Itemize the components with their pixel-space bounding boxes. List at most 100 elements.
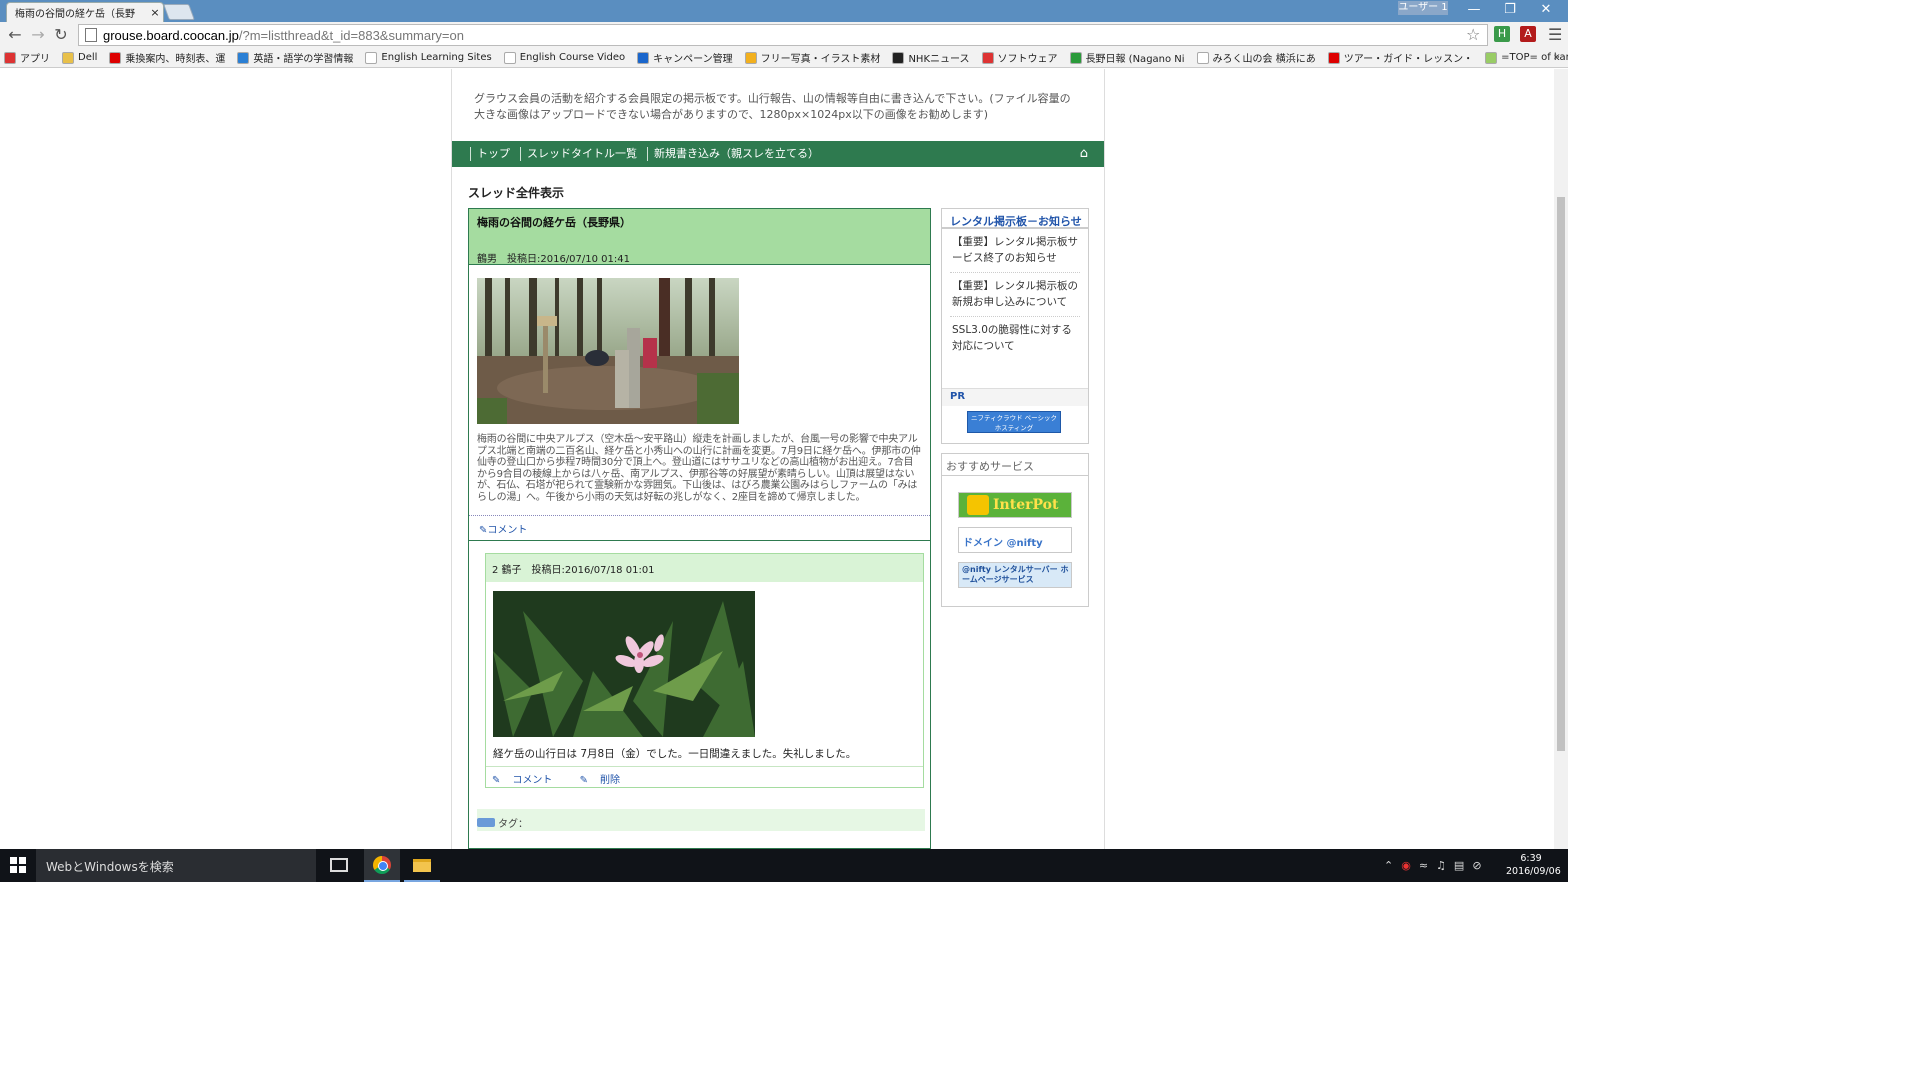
new-tab-button[interactable] (163, 4, 195, 20)
thread-header: 梅雨の谷間の経ケ岳（長野県） 鶴男 投稿日:2016/07/10 01:41 (469, 209, 930, 265)
board-description: グラウス会員の活動を紹介する会員限定の掲示板です。山行報告、山の情報等自由に書き… (474, 92, 1071, 121)
close-window-icon[interactable]: ✕ (1528, 0, 1564, 20)
back-icon[interactable]: ← (4, 25, 26, 45)
bookmark-favicon-icon (1069, 51, 1082, 64)
forward-icon[interactable]: → (27, 25, 49, 45)
bookmark-favicon-icon (744, 51, 757, 64)
bookmark-item[interactable]: NHKニュース (892, 50, 970, 65)
reply-comment-link[interactable]: ✎ コメント (492, 775, 564, 786)
url-host: grouse.board.coocan.jp (103, 27, 239, 43)
minimize-icon[interactable]: — (1456, 0, 1492, 20)
taskbar-search[interactable]: WebとWindowsを検索 (36, 849, 316, 882)
browser-tab-bar: 梅雨の谷間の経ケ岳（長野 × ユーザー 1 — ❐ ✕ (0, 0, 1568, 22)
chrome-taskbar-icon[interactable] (364, 849, 400, 882)
extension-icon[interactable]: H (1494, 26, 1510, 42)
scrollbar[interactable] (1554, 69, 1568, 849)
system-tray: ⌃ ◉ ≈ ♫ ▤ ⊘ (1384, 849, 1504, 882)
volume-icon[interactable]: ♫ (1436, 859, 1446, 872)
domain-banner[interactable]: ドメイン @nifty (958, 527, 1072, 553)
security-icon[interactable]: ◉ (1401, 859, 1411, 872)
reply-meta: 2 鶴子 投稿日:2016/07/18 01:01 (486, 554, 923, 582)
network-icon[interactable]: ≈ (1419, 859, 1428, 872)
bookmark-label: Dell (78, 52, 98, 63)
comment-link[interactable]: ✎コメント (479, 525, 527, 536)
homepage-service-banner[interactable]: @nifty レンタルサーバー ホームページサービス (958, 562, 1072, 588)
file-explorer-icon[interactable] (404, 849, 440, 882)
nav-top[interactable]: トップ (470, 147, 520, 161)
forest-trail-photo[interactable] (477, 278, 739, 424)
address-bar[interactable]: grouse.board.coocan.jp/?m=listthread&t_i… (78, 24, 1488, 46)
bookmark-item[interactable]: 英語・語学の学習情報 (237, 50, 353, 65)
bookmark-label: 乗換案内、時刻表、運 (125, 54, 226, 65)
profile-badge[interactable]: ユーザー 1 (1398, 1, 1448, 15)
bookmarks-overflow-icon[interactable]: » (1553, 50, 1560, 63)
bookmark-item[interactable]: フリー写真・イラスト素材 (744, 50, 881, 65)
bookmark-item[interactable]: キャンペーン管理 (637, 50, 733, 65)
thread-comment-row: ✎コメント (469, 515, 930, 541)
apps-grid-icon (4, 51, 16, 64)
pencil-icon: ✎ (579, 775, 588, 786)
nav-new-post[interactable]: 新規書き込み（親スレを立てる） (647, 147, 829, 161)
bookmark-label: アプリ (20, 54, 50, 65)
board-nav: トップ スレッドタイトル一覧 新規書き込み（親スレを立てる） ⌂ (452, 141, 1104, 167)
bookmark-item[interactable]: ツアー・ガイド・レッスン・ (1327, 50, 1474, 65)
scrollbar-thumb[interactable] (1557, 197, 1565, 751)
tag-label: タグ： (498, 818, 528, 830)
chevron-up-icon[interactable]: ⌃ (1384, 859, 1393, 872)
bookmark-favicon-icon (1485, 51, 1498, 64)
bookmark-label: フリー写真・イラスト素材 (760, 54, 881, 65)
thread-body: 梅雨の谷間に中央アルプス（空木岳〜安平路山）縦走を計画しましたが、台風一号の影響… (477, 434, 921, 503)
board-container: グラウス会員の活動を紹介する会員限定の掲示板です。山行報告、山の情報等自由に書き… (451, 69, 1105, 849)
restore-icon[interactable]: ❐ (1492, 0, 1528, 20)
bookmark-favicon-icon (503, 51, 516, 64)
task-view-icon[interactable] (330, 858, 348, 872)
bookmark-label: NHKニュース (908, 54, 970, 65)
bookmark-item[interactable]: ソフトウェア (981, 50, 1058, 65)
acrobat-icon[interactable]: A (1520, 26, 1536, 42)
windows-start-icon[interactable] (10, 857, 26, 873)
notification-icon[interactable]: ⊘ (1472, 859, 1481, 872)
ime-icon[interactable]: ▤ (1454, 859, 1464, 872)
page-icon (85, 28, 97, 42)
comment-label: コメント (487, 525, 528, 536)
bookmark-label: ソフトウェア (997, 54, 1058, 65)
windows-taskbar: WebとWindowsを検索 ⌃ ◉ ≈ ♫ ▤ ⊘ 6:39 2016/09/… (0, 849, 1568, 882)
bookmark-item[interactable]: 長野日報 (Nagano Ni (1069, 50, 1185, 65)
pencil-icon: ✎ (492, 775, 501, 786)
tab-close-icon[interactable]: × (147, 6, 163, 19)
browser-tab[interactable]: 梅雨の谷間の経ケ岳（長野 × (6, 2, 164, 22)
reload-icon[interactable]: ↻ (50, 25, 72, 45)
bookmark-item[interactable]: 乗換案内、時刻表、運 (109, 50, 225, 65)
bookmark-favicon-icon (981, 51, 994, 64)
notice-item[interactable]: SSL3.0の脆弱性に対する対応について (950, 317, 1080, 360)
pr-banner[interactable]: ニフティクラウド ベーシックホスティング (967, 411, 1061, 433)
bookmark-favicon-icon (637, 51, 650, 64)
reply-actions: ✎ コメント ✎ 削除 (486, 766, 923, 788)
chrome-menu-icon[interactable]: ☰ (1548, 25, 1562, 44)
interpot-banner[interactable]: InterPot (958, 492, 1072, 518)
bookmark-item[interactable]: Dell (62, 51, 98, 64)
notice-title[interactable]: レンタル掲示板－お知らせ (942, 209, 1088, 229)
bookmark-item[interactable]: English Course Video (503, 51, 625, 64)
clock-time: 6:39 (1520, 853, 1542, 864)
notice-item[interactable]: 【重要】レンタル掲示板の新規お申し込みについて (950, 273, 1080, 317)
home-icon[interactable]: ⌂ (1080, 146, 1088, 161)
notice-item[interactable]: 【重要】レンタル掲示板サービス終了のお知らせ (950, 229, 1080, 273)
bookmark-item[interactable]: English Learning Sites (365, 51, 492, 64)
reply-delete-link[interactable]: ✎ 削除 (580, 775, 632, 786)
taskbar-clock[interactable]: 6:39 2016/09/06 (1506, 852, 1561, 878)
bookmark-item[interactable]: みろく山の会 横浜にあ (1196, 50, 1316, 65)
nav-thread-list[interactable]: スレッドタイトル一覧 (520, 147, 647, 161)
bookmark-favicon-icon (237, 51, 250, 64)
bookmark-favicon-icon (892, 51, 905, 64)
bookmark-star-icon[interactable]: ☆ (1466, 25, 1480, 44)
bookmark-item[interactable]: アプリ (4, 50, 50, 65)
bookmark-label: みろく山の会 横浜にあ (1212, 54, 1316, 65)
url-path: /?m=listthread&t_id=883&summary=on (238, 27, 464, 43)
service-box: おすすめサービス InterPot ドメイン @nifty @nifty レンタ… (941, 453, 1089, 607)
pr-label: PR (942, 388, 1088, 406)
bookmark-label: ツアー・ガイド・レッスン・ (1343, 54, 1474, 65)
tab-title: 梅雨の谷間の経ケ岳（長野 (15, 9, 135, 20)
bookmark-favicon-icon (1327, 51, 1340, 64)
lily-photo[interactable] (493, 591, 755, 737)
